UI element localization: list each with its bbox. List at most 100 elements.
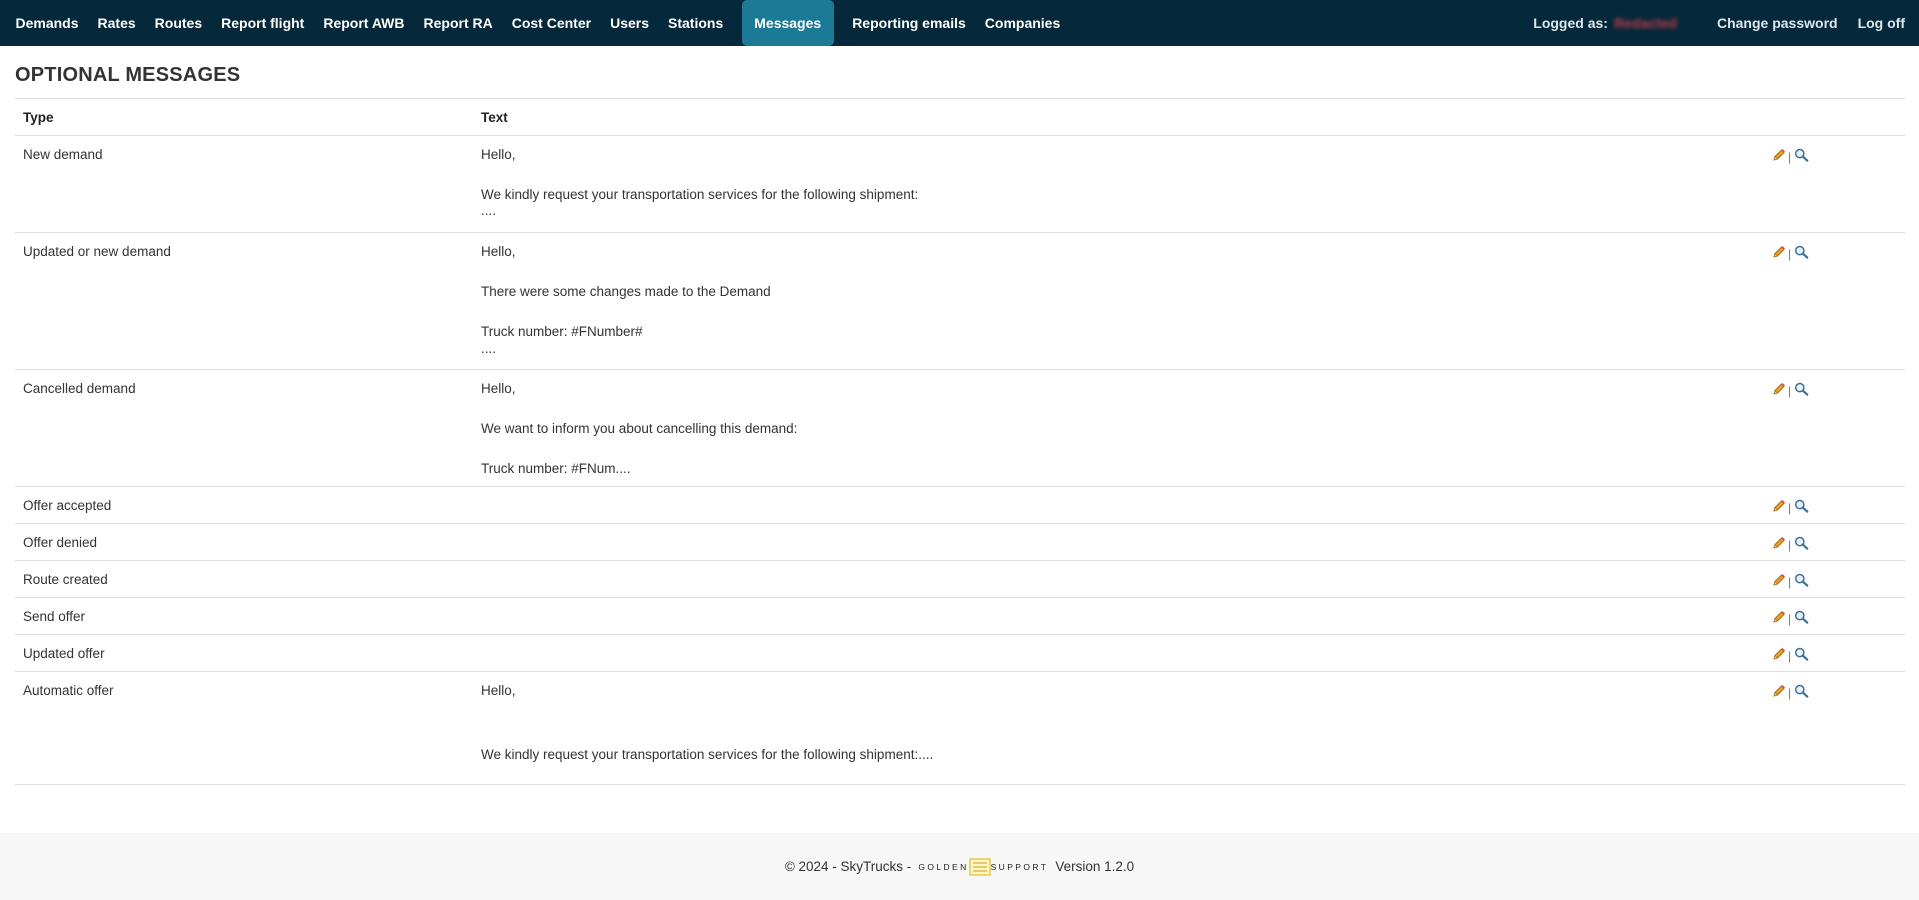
nav-report-flight[interactable]: Report flight: [212, 0, 314, 46]
table-row: Automatic offer Hello, We kindly request y…: [15, 672, 1905, 785]
actions-group: |: [1771, 487, 1809, 516]
action-separator: |: [1788, 574, 1792, 589]
row-actions: |: [1763, 487, 1905, 523]
message-type: Offer denied: [23, 535, 98, 550]
golden-support-logo: GOLDEN SUPPORT: [918, 857, 1049, 876]
table-row: Offer denied |: [15, 524, 1905, 561]
actions-group: |: [1771, 233, 1809, 262]
row-actions: |: [1763, 136, 1905, 232]
column-header-text: Text: [481, 110, 508, 125]
row-actions: |: [1763, 635, 1905, 671]
change-password-link[interactable]: Change password: [1707, 0, 1848, 46]
magnifier-icon[interactable]: [1794, 245, 1809, 262]
page-title: OPTIONAL MESSAGES: [15, 64, 241, 86]
magnifier-icon[interactable]: [1794, 536, 1809, 553]
table-row: Send offer |: [15, 598, 1905, 635]
message-text-line: ....: [481, 340, 497, 356]
message-text: Hello, We kindly request your transportat…: [473, 672, 1763, 784]
message-text: [473, 487, 1763, 523]
table-row: New demand Hello, We kindly request your t…: [15, 136, 1905, 233]
action-separator: |: [1788, 648, 1792, 663]
message-type: Automatic offer: [23, 683, 114, 698]
message-text-line: Hello,: [481, 147, 516, 162]
table-body: New demand Hello, We kindly request your t…: [15, 136, 1905, 785]
action-separator: |: [1788, 537, 1792, 552]
action-separator: |: [1788, 383, 1792, 398]
magnifier-icon[interactable]: [1794, 647, 1809, 664]
column-header-actions: [1763, 99, 1905, 135]
actions-group: |: [1771, 136, 1809, 165]
actions-group: |: [1771, 524, 1809, 553]
table-row: Offer accepted |: [15, 487, 1905, 524]
nav-demands[interactable]: Demands: [6, 0, 88, 46]
nav-messages[interactable]: Messages: [741, 0, 834, 46]
pencil-icon[interactable]: [1772, 148, 1786, 165]
magnifier-icon[interactable]: [1794, 684, 1809, 701]
footer: © 2024 - SkyTrucks - GOLDEN SUPPORT Vers…: [0, 833, 1919, 900]
logged-as-text: Logged as:: [1533, 15, 1608, 31]
action-separator: |: [1788, 611, 1792, 626]
message-text-line: Truck number: #FNum....: [481, 461, 631, 477]
log-off-link[interactable]: Log off: [1848, 0, 1915, 46]
action-separator: |: [1788, 685, 1792, 700]
message-text-line: We kindly request your transportation se…: [481, 747, 934, 763]
table-row: Cancelled demand Hello, We want to inform …: [15, 370, 1905, 487]
action-separator: |: [1788, 500, 1792, 515]
row-actions: |: [1763, 561, 1905, 597]
message-type: Route created: [23, 572, 108, 587]
row-actions: |: [1763, 598, 1905, 634]
message-text-line: We kindly request your transportation se…: [481, 187, 919, 203]
magnifier-icon[interactable]: [1794, 573, 1809, 590]
nav-report-ra[interactable]: Report RA: [414, 0, 502, 46]
pencil-icon[interactable]: [1772, 499, 1786, 516]
nav-cost-center[interactable]: Cost Center: [502, 0, 600, 46]
magnifier-icon[interactable]: [1794, 610, 1809, 627]
nav-rates[interactable]: Rates: [88, 0, 145, 46]
nav-reporting-emails[interactable]: Reporting emails: [843, 0, 976, 46]
footer-copyright: © 2024 - SkyTrucks -: [784, 859, 912, 874]
pencil-icon[interactable]: [1772, 684, 1786, 701]
actions-group: |: [1771, 672, 1809, 701]
logo-word-left: GOLDEN: [918, 861, 969, 872]
footer-version: Version 1.2.0: [1055, 859, 1135, 874]
message-text-line: Hello,: [481, 244, 516, 259]
message-text-line: We want to inform you about cancelling t…: [481, 421, 798, 437]
nav-stations[interactable]: Stations: [659, 0, 733, 46]
pencil-icon[interactable]: [1772, 245, 1786, 262]
nav-routes[interactable]: Routes: [145, 0, 211, 46]
logged-user-name: Redacted: [1613, 15, 1677, 31]
message-type: Updated offer: [23, 646, 105, 661]
actions-group: |: [1771, 370, 1809, 399]
pencil-icon[interactable]: [1772, 647, 1786, 664]
message-type: Cancelled demand: [23, 381, 136, 396]
top-navbar: Demands Rates Routes Report flight Repor…: [0, 0, 1919, 46]
magnifier-icon[interactable]: [1794, 148, 1809, 165]
logged-as-label: Logged as: Redacted: [1533, 0, 1707, 46]
pencil-icon[interactable]: [1772, 382, 1786, 399]
action-separator: |: [1788, 149, 1792, 164]
pencil-icon[interactable]: [1772, 573, 1786, 590]
magnifier-icon[interactable]: [1794, 382, 1809, 399]
message-type: Send offer: [23, 609, 86, 624]
nav-users[interactable]: Users: [601, 0, 659, 46]
message-type: Updated or new demand: [23, 244, 171, 259]
table-row: Route created |: [15, 561, 1905, 598]
nav-companies[interactable]: Companies: [975, 0, 1069, 46]
magnifier-icon[interactable]: [1794, 499, 1809, 516]
nav-report-awb[interactable]: Report AWB: [314, 0, 414, 46]
row-actions: |: [1763, 370, 1905, 486]
main-nav: Demands Rates Routes Report flight Repor…: [6, 0, 1070, 46]
message-text-line: ....: [481, 203, 497, 219]
pencil-icon[interactable]: [1772, 610, 1786, 627]
message-text: Hello, We kindly request your transportat…: [473, 136, 1763, 232]
message-type: Offer accepted: [23, 498, 112, 513]
logo-word-right: SUPPORT: [990, 861, 1049, 872]
message-text: [473, 524, 1763, 560]
pencil-icon[interactable]: [1772, 536, 1786, 553]
